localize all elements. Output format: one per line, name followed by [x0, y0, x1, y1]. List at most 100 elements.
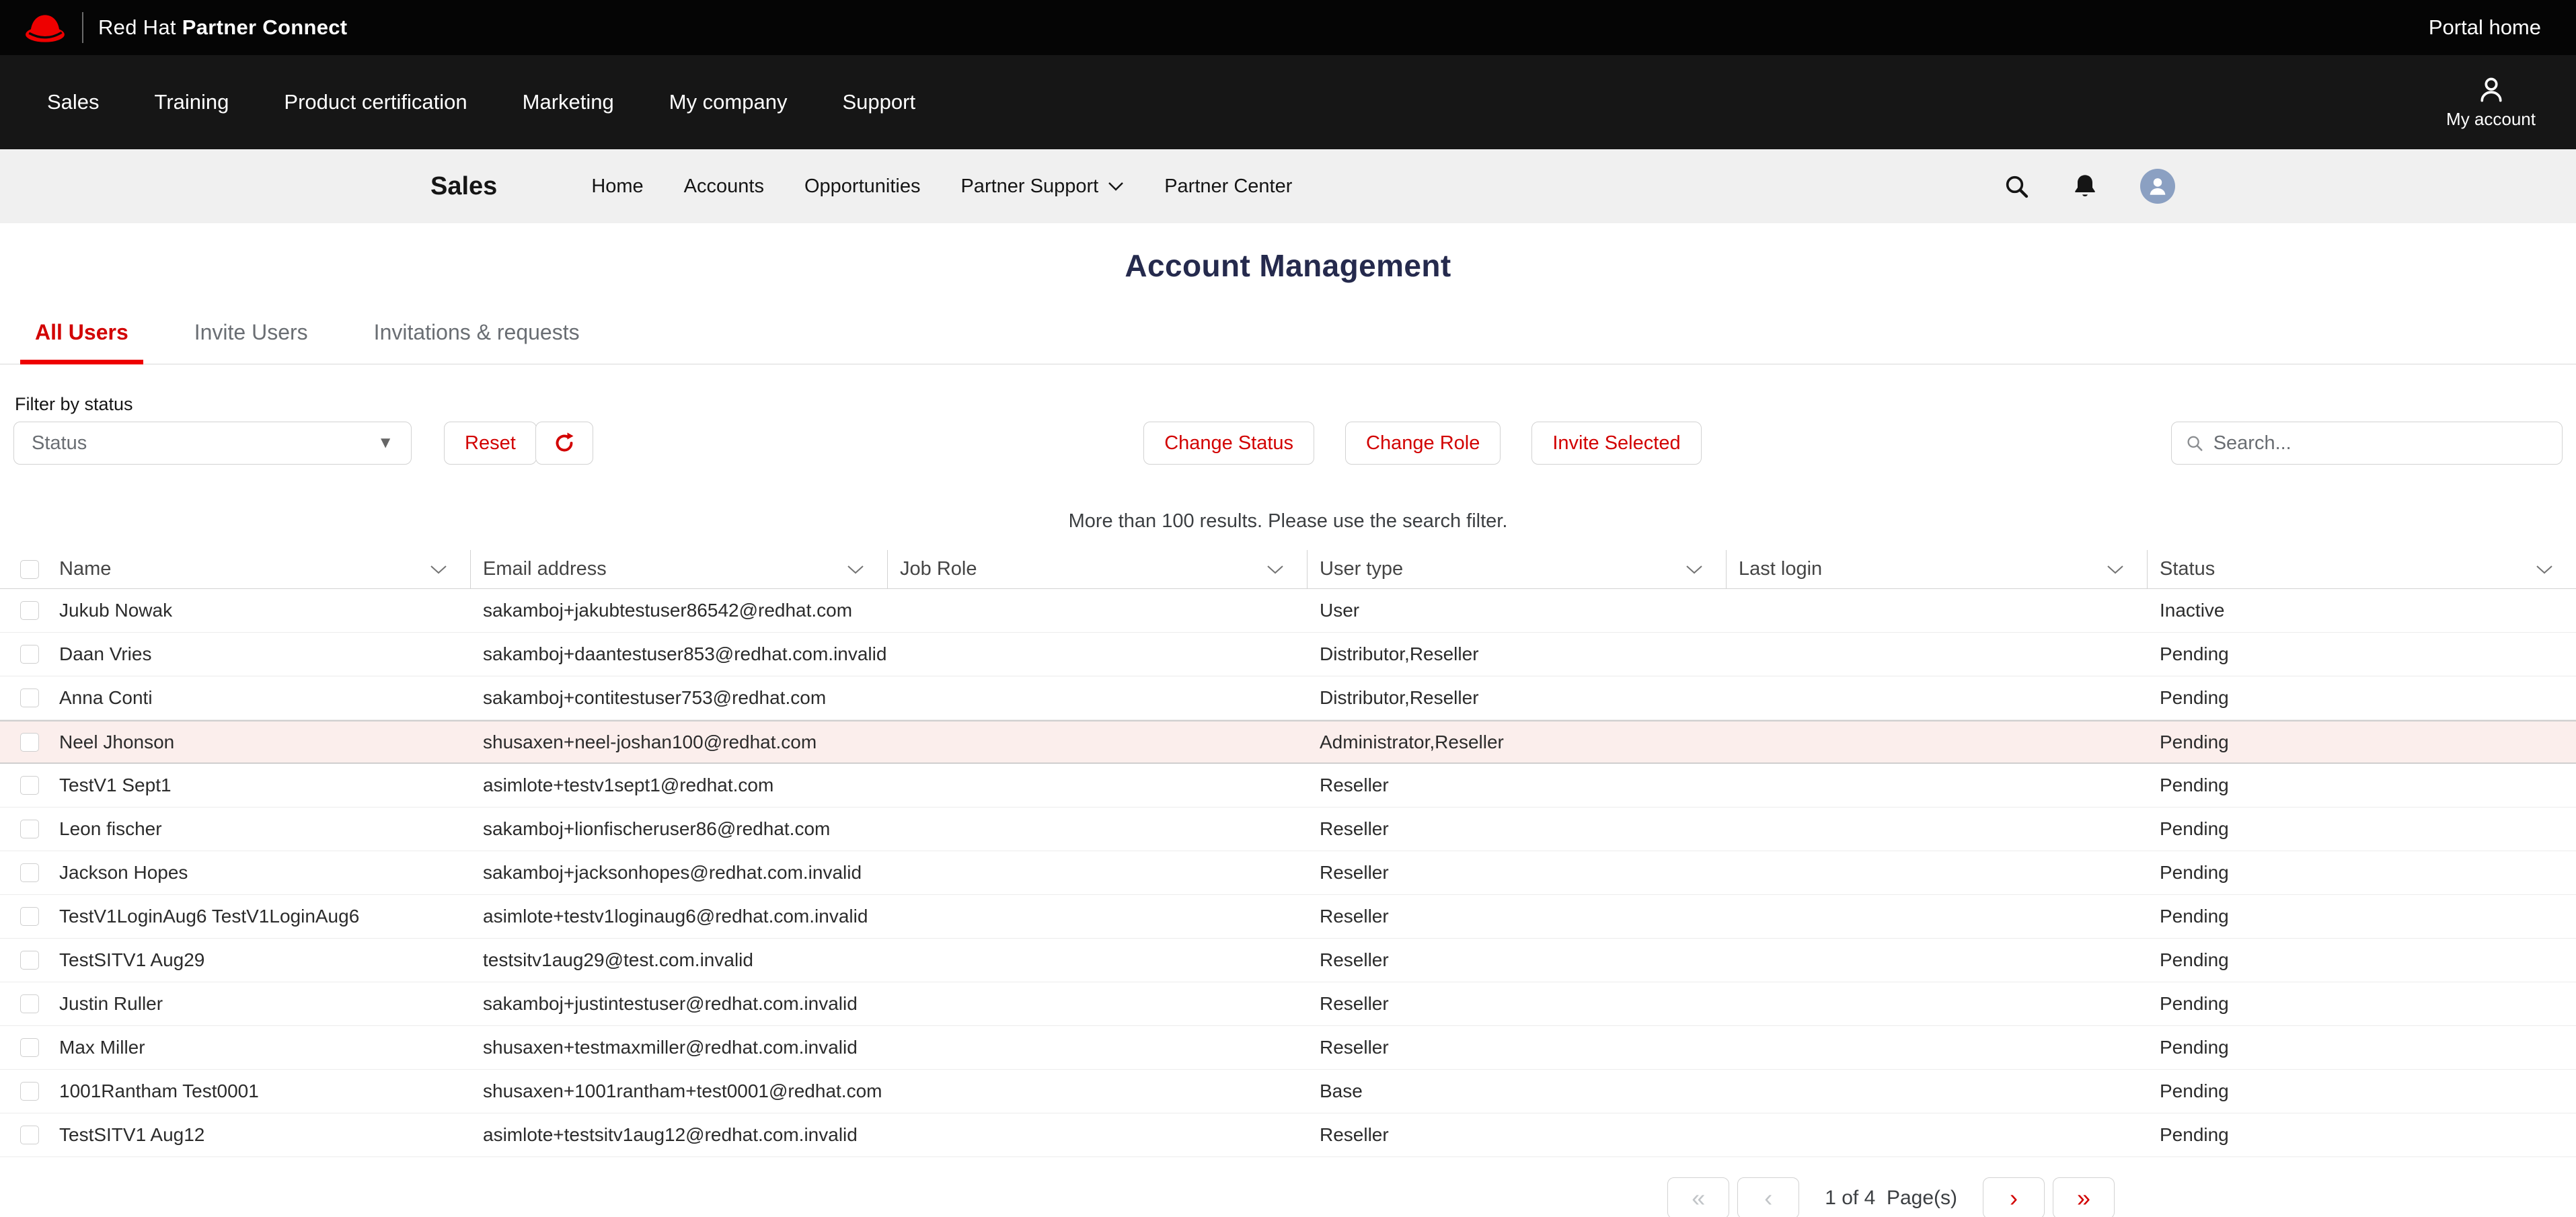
subnav-item-home[interactable]: Home	[591, 175, 643, 198]
row-checkbox[interactable]	[20, 776, 39, 795]
refresh-button[interactable]	[535, 422, 593, 465]
row-checkbox[interactable]	[20, 820, 39, 838]
select-all-checkbox[interactable]	[20, 560, 39, 579]
subnav-item-opportunities[interactable]: Opportunities	[804, 175, 921, 198]
row-checkbox[interactable]	[20, 907, 39, 926]
search-box	[2171, 422, 2563, 465]
row-checkbox[interactable]	[20, 1126, 39, 1144]
chevron-down-icon	[1108, 182, 1124, 191]
cell-email: shusaxen+1001rantham+test0001@redhat.com	[471, 1081, 888, 1102]
subnav-item-partner-center[interactable]: Partner Center	[1164, 175, 1292, 198]
column-header-last-login[interactable]: Last login	[1727, 550, 2148, 588]
row-checkbox-cell	[0, 1082, 47, 1101]
row-checkbox[interactable]	[20, 1082, 39, 1101]
first-page-button[interactable]: «	[1667, 1177, 1729, 1217]
cell-status: Pending	[2148, 643, 2576, 665]
subnav-item-partner-support[interactable]: Partner Support	[960, 175, 1124, 198]
table-row: Neel Jhonson shusaxen+neel-joshan100@red…	[0, 720, 2576, 764]
row-checkbox[interactable]	[20, 951, 39, 970]
nav-item-product-certification[interactable]: Product certification	[284, 90, 467, 114]
cell-user-type: Reseller	[1308, 906, 1727, 927]
column-header-email[interactable]: Email address	[471, 550, 888, 588]
column-label: User type	[1320, 558, 1403, 580]
column-header-user-type[interactable]: User type	[1308, 550, 1727, 588]
search-input[interactable]	[2213, 432, 2548, 455]
nav-item-support[interactable]: Support	[842, 90, 915, 114]
cell-email: asimlote+testv1sept1@redhat.com	[471, 775, 888, 796]
row-checkbox[interactable]	[20, 645, 39, 664]
row-checkbox[interactable]	[20, 601, 39, 620]
row-checkbox[interactable]	[20, 733, 39, 752]
cell-user-type: Reseller	[1308, 993, 1727, 1015]
person-icon	[2476, 75, 2506, 105]
next-page-button[interactable]: ›	[1983, 1177, 2045, 1217]
main-navigation: Sales Training Product certification Mar…	[0, 55, 2576, 149]
cell-email: testsitv1aug29@test.com.invalid	[471, 949, 888, 971]
my-account-menu[interactable]: My account	[2446, 75, 2536, 130]
change-status-button[interactable]: Change Status	[1143, 422, 1314, 465]
cell-email: shusaxen+neel-joshan100@redhat.com	[471, 732, 888, 753]
row-checkbox-cell	[0, 994, 47, 1013]
column-header-status[interactable]: Status	[2148, 550, 2576, 588]
cell-name: TestV1 Sept1	[47, 775, 471, 796]
redhat-partner-connect-logo[interactable]: Red Hat Partner Connect	[24, 11, 347, 44]
cell-email: sakamboj+daantestuser853@redhat.com.inva…	[471, 643, 888, 665]
column-label: Last login	[1739, 558, 1822, 580]
row-checkbox-cell	[0, 820, 47, 838]
cell-email: asimlote+testsitv1aug12@redhat.com.inval…	[471, 1124, 888, 1146]
nav-item-training[interactable]: Training	[155, 90, 229, 114]
cell-status: Pending	[2148, 993, 2576, 1015]
row-checkbox-cell	[0, 733, 47, 752]
cell-status: Pending	[2148, 862, 2576, 884]
row-checkbox[interactable]	[20, 994, 39, 1013]
bulk-action-buttons: Change Status Change Role Invite Selecte…	[1063, 422, 1701, 465]
row-checkbox[interactable]	[20, 689, 39, 707]
search-input-icon	[2185, 433, 2204, 453]
portal-home-link[interactable]: Portal home	[2429, 15, 2541, 40]
subnav-item-accounts[interactable]: Accounts	[684, 175, 764, 198]
notifications-bell-icon[interactable]	[2072, 173, 2098, 200]
row-checkbox-cell	[0, 776, 47, 795]
tab-all-users[interactable]: All Users	[20, 320, 143, 364]
cell-name: TestV1LoginAug6 TestV1LoginAug6	[47, 906, 471, 927]
previous-page-button[interactable]: ‹	[1737, 1177, 1799, 1217]
pagination: « ‹ 1 of 4 Page(s) › »	[0, 1177, 2576, 1217]
cell-user-type: Reseller	[1308, 949, 1727, 971]
cell-name: Jukub Nowak	[47, 600, 471, 621]
tab-invite-users[interactable]: Invite Users	[180, 320, 323, 364]
cell-email: sakamboj+lionfischeruser86@redhat.com	[471, 818, 888, 840]
cell-user-type: Reseller	[1308, 1124, 1727, 1146]
nav-item-sales[interactable]: Sales	[47, 90, 100, 114]
table-row: Justin Ruller sakamboj+justintestuser@re…	[0, 982, 2576, 1026]
cell-status: Pending	[2148, 1081, 2576, 1102]
column-header-job-role[interactable]: Job Role	[888, 550, 1308, 588]
reset-button[interactable]: Reset	[444, 422, 537, 465]
column-label: Name	[59, 558, 111, 580]
column-header-name[interactable]: Name	[47, 550, 471, 588]
subnav-items: Sales Home Accounts Opportunities Partne…	[430, 172, 1292, 201]
cell-status: Pending	[2148, 1037, 2576, 1058]
row-checkbox[interactable]	[20, 863, 39, 882]
nav-item-my-company[interactable]: My company	[669, 90, 788, 114]
user-avatar[interactable]	[2140, 169, 2175, 204]
tab-invitations-requests[interactable]: Invitations & requests	[359, 320, 595, 364]
table-row: Leon fischer sakamboj+lionfischeruser86@…	[0, 808, 2576, 851]
row-checkbox-cell	[0, 645, 47, 664]
last-page-button[interactable]: »	[2053, 1177, 2115, 1217]
table-row: Jukub Nowak sakamboj+jakubtestuser86542@…	[0, 589, 2576, 633]
table-row: TestSITV1 Aug12 asimlote+testsitv1aug12@…	[0, 1113, 2576, 1157]
cell-user-type: Reseller	[1308, 862, 1727, 884]
subnav-section-title: Sales	[430, 172, 497, 201]
invite-selected-button[interactable]: Invite Selected	[1531, 422, 1701, 465]
row-checkbox[interactable]	[20, 1038, 39, 1057]
search-icon[interactable]	[2003, 173, 2030, 200]
brand-name: Partner Connect	[182, 15, 348, 39]
table-row: Daan Vries sakamboj+daantestuser853@redh…	[0, 633, 2576, 676]
change-role-button[interactable]: Change Role	[1345, 422, 1501, 465]
cell-status: Inactive	[2148, 600, 2576, 621]
cell-user-type: Reseller	[1308, 818, 1727, 840]
chevron-down-icon	[1266, 565, 1284, 574]
status-filter-dropdown[interactable]: Status ▼	[13, 422, 412, 465]
nav-item-marketing[interactable]: Marketing	[523, 90, 614, 114]
cell-name: TestSITV1 Aug29	[47, 949, 471, 971]
